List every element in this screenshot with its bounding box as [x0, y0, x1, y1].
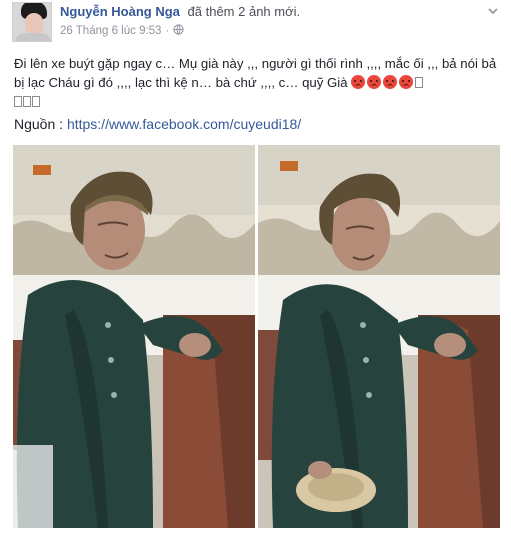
- avatar[interactable]: [12, 2, 52, 42]
- post-action: đã thêm 2 ảnh mới.: [187, 4, 301, 19]
- missing-glyph: [14, 96, 22, 107]
- post-text: Đi lên xe buýt gặp ngay c… Mụ già này ,,…: [14, 54, 500, 111]
- source-label: Nguồn :: [14, 116, 64, 132]
- photo-right[interactable]: [258, 145, 500, 528]
- angry-face-icon: [399, 75, 414, 89]
- missing-glyph: [415, 77, 424, 88]
- angry-face-icon: [367, 75, 382, 89]
- angry-face-icon: [383, 75, 398, 89]
- missing-glyph: [32, 96, 40, 107]
- globe-icon[interactable]: [173, 24, 184, 38]
- source-link[interactable]: https://www.facebook.com/cuyeudi18/: [67, 116, 301, 132]
- post-header: Nguyễn Hoàng Nga đã thêm 2 ảnh mới.: [60, 4, 300, 19]
- post-body: Đi lên xe buýt gặp ngay c… Mụ già này ,,…: [14, 56, 497, 90]
- meta-separator: ·: [165, 25, 170, 37]
- chevron-down-icon[interactable]: [487, 4, 499, 16]
- angry-face-icon: [351, 75, 366, 89]
- author-name[interactable]: Nguyễn Hoàng Nga: [60, 4, 180, 19]
- source-line: Nguồn : https://www.facebook.com/cuyeudi…: [14, 116, 301, 132]
- missing-glyph: [23, 96, 31, 107]
- facebook-post: Nguyễn Hoàng Nga đã thêm 2 ảnh mới. 26 T…: [0, 0, 511, 543]
- post-meta: 26 Tháng 6 lúc 9:53 ·: [60, 24, 184, 38]
- post-timestamp[interactable]: 26 Tháng 6 lúc 9:53: [60, 25, 161, 37]
- photo-left[interactable]: [13, 145, 255, 528]
